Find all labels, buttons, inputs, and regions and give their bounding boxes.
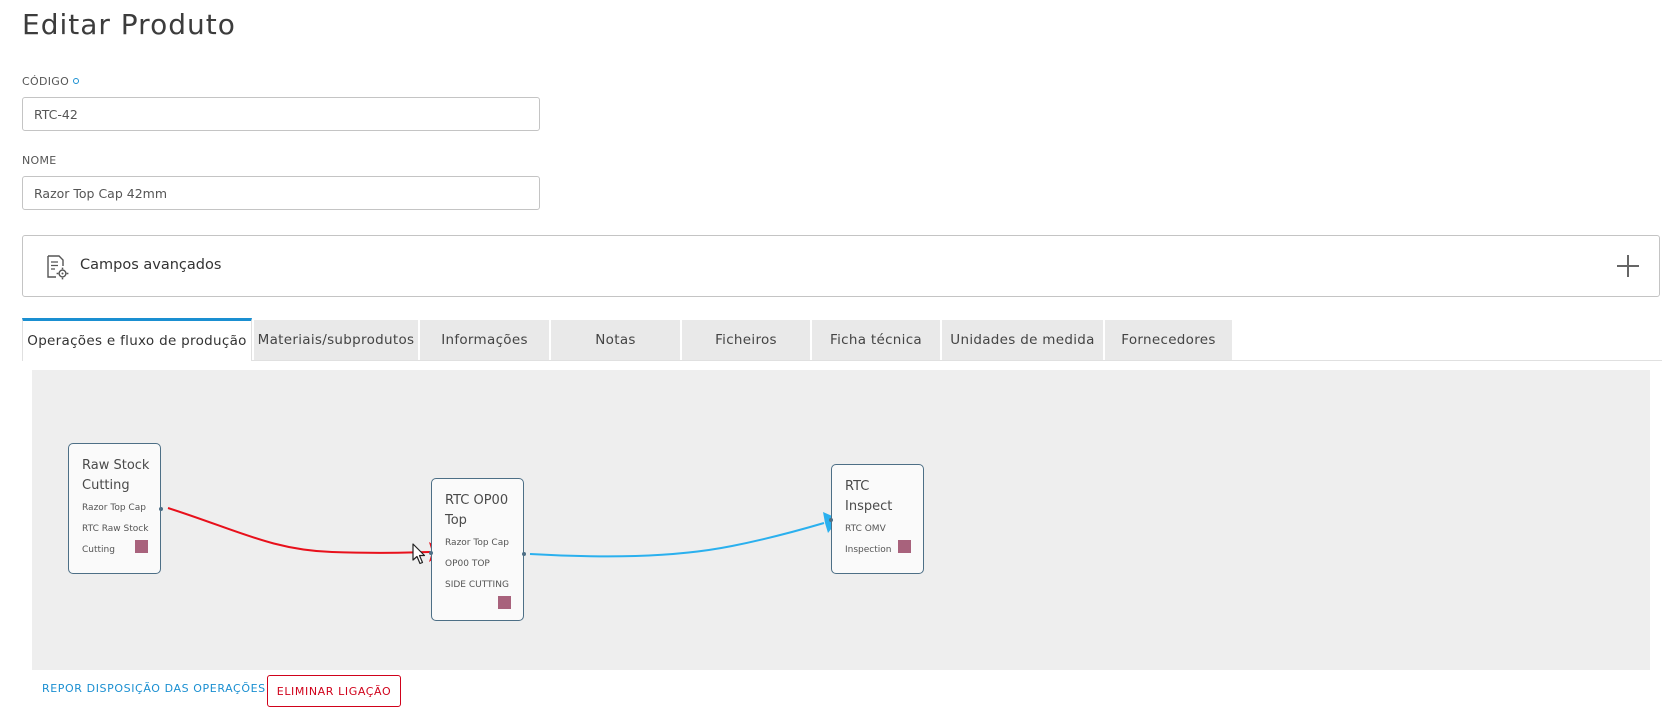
node-color-swatch <box>498 596 511 609</box>
tab-notes[interactable]: Notas <box>551 320 680 360</box>
advanced-fields-panel[interactable]: Campos avançados <box>22 235 1660 297</box>
node-detail: SIDE CUTTING <box>445 580 509 590</box>
code-label: CÓDIGO <box>22 75 80 88</box>
tab-information[interactable]: Informações <box>420 320 549 360</box>
reset-layout-button[interactable]: REPOR DISPOSIÇÃO DAS OPERAÇÕES <box>42 682 266 695</box>
node-detail: Razor Top Cap <box>82 503 146 513</box>
delete-link-button[interactable]: ELIMINAR LIGAÇÃO <box>267 675 401 707</box>
name-input[interactable] <box>22 176 540 210</box>
node-detail: OP00 TOP <box>445 559 490 569</box>
page-title: Editar Produto <box>22 8 236 41</box>
node-detail: Inspection <box>845 545 892 555</box>
tab-bar: Operações e fluxo de produção Materiais/… <box>22 318 1662 361</box>
advanced-fields-label: Campos avançados <box>80 257 222 273</box>
node-color-swatch <box>135 540 148 553</box>
code-input[interactable] <box>22 97 540 131</box>
tab-suppliers[interactable]: Fornecedores <box>1105 320 1232 360</box>
output-port[interactable] <box>159 507 163 511</box>
input-port[interactable] <box>429 551 433 555</box>
node-title: RTC OP00 Top <box>445 493 509 528</box>
flow-link[interactable] <box>529 522 825 558</box>
node-title: RTC Inspect <box>845 479 893 514</box>
document-settings-icon <box>47 255 69 280</box>
required-indicator-icon <box>73 78 80 84</box>
output-port[interactable] <box>522 552 526 556</box>
tab-units[interactable]: Unidades de medida <box>942 320 1103 360</box>
node-detail: RTC Raw Stock <box>82 524 149 534</box>
tab-files[interactable]: Ficheiros <box>682 320 810 360</box>
production-flow-canvas[interactable]: Raw Stock Cutting Razor Top Cap RTC Raw S… <box>32 370 1650 670</box>
flow-node-rtc-inspect[interactable]: RTC Inspect RTC OMV Inspection <box>829 464 924 574</box>
node-title: Raw Stock Cutting <box>82 458 150 493</box>
plus-icon[interactable] <box>1615 253 1641 279</box>
mouse-cursor-icon <box>412 543 426 565</box>
flow-node-rtc-op00-top[interactable]: RTC OP00 Top Razor Top Cap OP00 TOP SIDE … <box>429 478 526 621</box>
flow-node-raw-stock-cutting[interactable]: Raw Stock Cutting Razor Top Cap RTC Raw S… <box>68 443 163 574</box>
flow-link-selected[interactable] <box>167 507 431 554</box>
node-detail: RTC OMV <box>845 524 886 534</box>
tab-operations[interactable]: Operações e fluxo de produção <box>22 318 252 361</box>
node-detail: Cutting <box>82 545 115 555</box>
node-detail: Razor Top Cap <box>445 538 509 548</box>
node-color-swatch <box>898 540 911 553</box>
name-label: NOME <box>22 154 57 167</box>
tab-materials[interactable]: Materiais/subprodutos <box>254 320 418 360</box>
input-port[interactable] <box>829 518 833 522</box>
tab-technical-sheet[interactable]: Ficha técnica <box>812 320 940 360</box>
